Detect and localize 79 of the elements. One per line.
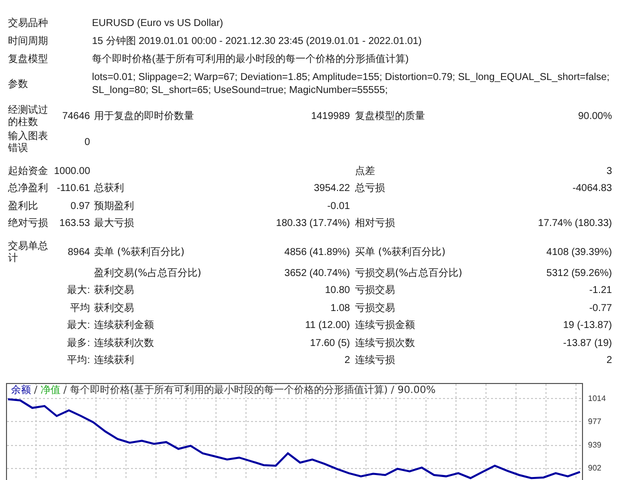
stat-label: 输入图表错误 [8, 131, 49, 155]
stat-value: 4856 (41.89%) [283, 247, 350, 259]
field-label: 时间周期 [8, 35, 49, 48]
stat-value: 4108 (39.39%) [545, 247, 612, 259]
stat-label: 获利交易 [94, 285, 135, 298]
stat-value: 90.00% [577, 111, 612, 123]
stat-value: 17.74% (180.33) [537, 218, 612, 230]
stat-label: 总亏损 [355, 183, 386, 196]
stat-label: 亏损交易 [355, 302, 396, 315]
stat-value: 3954.22 [312, 183, 350, 196]
stat-label: 交易单总计 [8, 241, 49, 265]
stat-label: 预期盈利 [94, 200, 135, 213]
stat-value: 1419989 [310, 111, 350, 123]
stat-value: -4064.83 [572, 183, 612, 196]
stat-label: 卖单 (%获利百分比) [94, 247, 186, 259]
stat-value: 平均 [69, 302, 90, 315]
stat-value: 17.60 (5) [308, 338, 350, 350]
stat-value: 74646 [61, 111, 90, 123]
stat-label: 连续亏损金额 [355, 320, 416, 332]
stat-value: 0 [83, 137, 90, 149]
stat-label: 复盘模型的质量 [355, 111, 426, 123]
y-tick-label: 939 [588, 440, 602, 450]
stat-value: 19 (-13.87) [562, 320, 612, 332]
stat-value: 最大: [66, 320, 90, 332]
stat-label: 连续获利金额 [94, 320, 155, 332]
field-label: 交易品种 [8, 17, 49, 30]
chart-caption-text: / [34, 385, 38, 397]
chart-caption-text: / 每个即时价格(基于所有可利用的最小时段的每一个价格的分形插值计算) / 90.00% [63, 385, 436, 397]
field-value: EURUSD (Euro vs US Dollar) [92, 17, 224, 30]
chart-caption-text: 净值 [40, 385, 60, 397]
field-value: 15 分钟图 2019.01.01 00:00 - 2021.12.30 23:45 (2019.01.01 - 2022.01.01) [92, 35, 423, 48]
stat-label: 连续亏损次数 [355, 338, 416, 350]
stat-label: 点差 [355, 166, 376, 178]
stat-value: 2 [605, 355, 612, 368]
stat-label: 连续获利 [94, 355, 135, 368]
stat-label: 亏损交易 [355, 285, 396, 298]
stat-label: 绝对亏损 [8, 218, 49, 230]
field-label: 参数 [8, 78, 29, 90]
legend-label: 余额 [11, 385, 31, 397]
stat-value: 180.33 (17.74%) [275, 218, 350, 230]
stat-value: -110.61 [56, 183, 90, 196]
stat-label: 相对亏损 [355, 218, 396, 230]
stat-label: 连续获利次数 [94, 338, 155, 350]
stat-value: 163.53 [58, 218, 90, 230]
stat-value: 1000.00 [54, 166, 90, 178]
stat-label: 起始资金 [8, 166, 49, 178]
stat-value: 10.80 [324, 285, 350, 298]
stat-label: 总获利 [94, 183, 125, 196]
stat-value: -13.87 (19) [562, 338, 612, 350]
y-tick-label: 1014 [588, 394, 606, 403]
stat-value: 5312 (59.26%) [545, 268, 612, 280]
field-value: lots=0.01; Slippage=2; Warp=67; Deviation=1.85; Amplitude=155; Distortion=0.79; SL_long_EQUAL_SL_short=false; SL_long=80; SL_short=65; UseSound=true; MagicNumber=55555; [92, 71, 610, 97]
stat-label: 用于复盘的即时价数量 [94, 111, 195, 123]
stat-label: 最大亏损 [94, 218, 135, 230]
stat-value: 3 [605, 166, 612, 178]
y-tick-label: 902 [588, 464, 602, 473]
stat-label: 获利交易 [94, 302, 135, 315]
stat-label: 经测试过的柱数 [8, 105, 49, 129]
stat-value: 0.97 [70, 200, 90, 213]
field-label: 复盘模型 [8, 53, 49, 66]
stat-value: -0.01 [326, 200, 350, 213]
stat-value: 8964 [66, 247, 90, 259]
stat-label: 亏损交易(%占总百分比) [355, 268, 464, 280]
stat-value: 平均: [66, 355, 90, 368]
y-tick-label: 977 [588, 416, 602, 426]
stat-value: 1.08 [330, 302, 350, 315]
stat-label: 买单 (%获利百分比) [355, 247, 446, 259]
field-value: 每个即时价格(基于所有可利用的最小时段的每一个价格的分形插值计算) [92, 53, 410, 66]
stat-value: -0.77 [588, 302, 612, 315]
stat-label: 盈利比 [8, 200, 39, 213]
stat-value: 11 (12.00) [304, 320, 350, 332]
stat-value: 最多: [66, 338, 90, 350]
stat-value: 最大: [66, 285, 90, 298]
stat-value: 2 [343, 355, 350, 368]
stat-label: 总净盈利 [8, 183, 49, 196]
stat-value: -1.21 [588, 285, 612, 298]
stat-label: 连续亏损 [355, 355, 396, 368]
stat-value: 3652 (40.74%) [283, 268, 350, 280]
stat-label: 盈利交易(%占总百分比) [94, 268, 202, 280]
